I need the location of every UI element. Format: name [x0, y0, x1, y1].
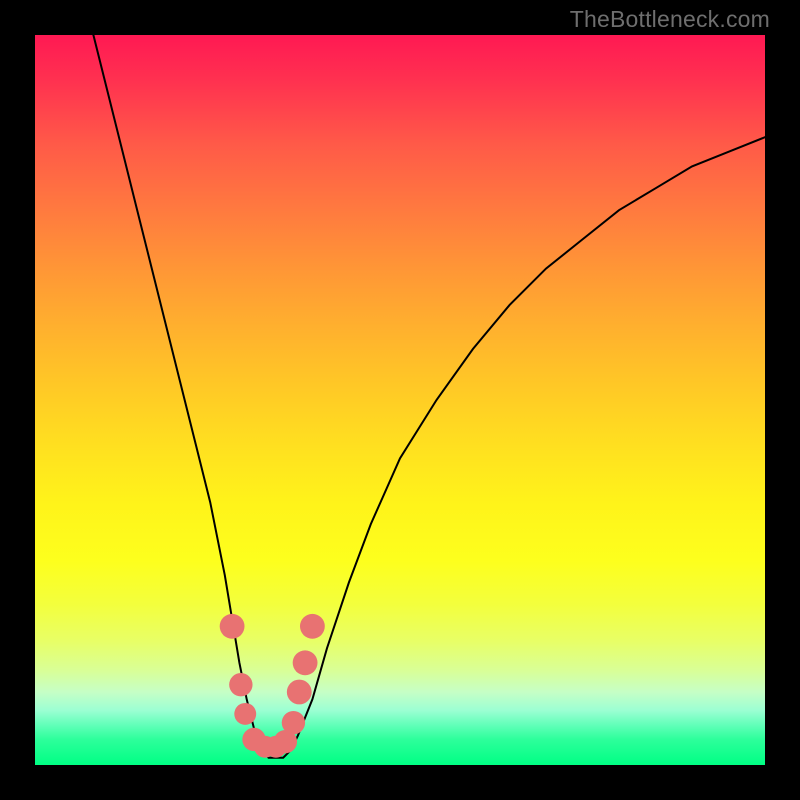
chart-svg [35, 35, 765, 765]
data-marker [220, 614, 245, 639]
data-marker [287, 680, 312, 705]
watermark-text: TheBottleneck.com [570, 6, 770, 33]
chart-frame: TheBottleneck.com [0, 0, 800, 800]
data-marker [282, 711, 305, 734]
bottleneck-curve [93, 35, 765, 758]
data-marker [234, 703, 256, 725]
data-marker [300, 614, 325, 639]
data-marker [229, 673, 252, 696]
plot-area [35, 35, 765, 765]
data-marker [293, 650, 318, 675]
